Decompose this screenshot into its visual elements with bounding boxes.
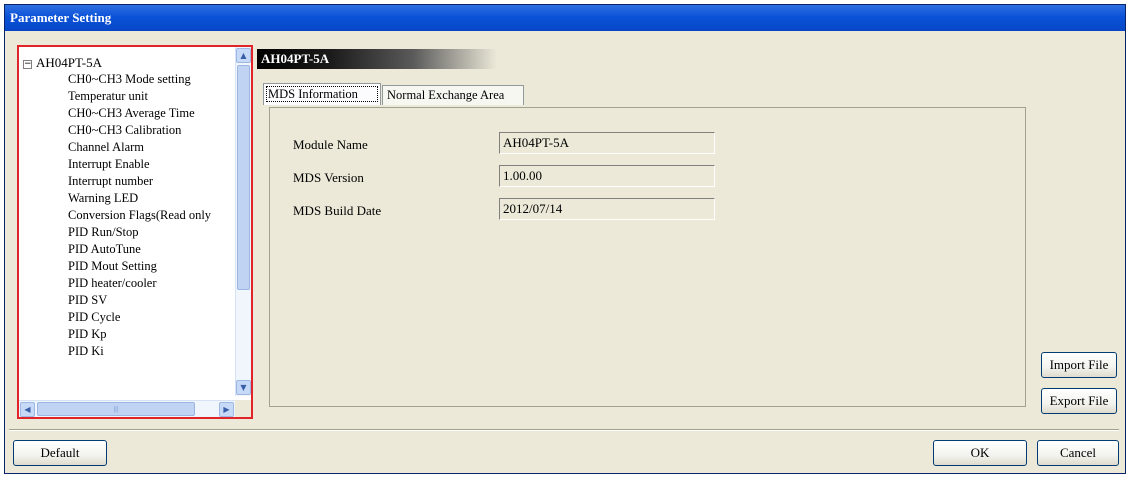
tree-item-pid-sv[interactable]: PID SV bbox=[68, 292, 107, 308]
default-button[interactable]: Default bbox=[13, 440, 107, 466]
tree-item-pid-heater-cooler[interactable]: PID heater/cooler bbox=[68, 275, 157, 291]
module-name-label: Module Name bbox=[293, 137, 368, 152]
module-tree: − AH04PT-5A CH0~CH3 Mode setting Temperat… bbox=[19, 47, 235, 396]
module-name-field: AH04PT-5A bbox=[499, 132, 715, 154]
scroll-up-icon[interactable]: ▲ bbox=[236, 48, 251, 63]
tab-normal-exchange-area[interactable]: Normal Exchange Area bbox=[382, 85, 524, 105]
mds-version-label: MDS Version bbox=[293, 170, 364, 185]
scroll-right-icon[interactable]: ▶ bbox=[219, 402, 234, 417]
module-header: AH04PT-5A bbox=[257, 49, 497, 69]
tree-root-node[interactable]: − AH04PT-5A bbox=[23, 55, 102, 71]
mds-build-date-field: 2012/07/14 bbox=[499, 198, 715, 220]
collapse-icon[interactable]: − bbox=[23, 59, 32, 69]
module-tree-panel: − AH04PT-5A CH0~CH3 Mode setting Temperat… bbox=[17, 45, 253, 419]
tree-item-pid-ki[interactable]: PID Ki bbox=[68, 343, 104, 359]
tree-item-conversion-flags[interactable]: Conversion Flags(Read only bbox=[68, 207, 211, 223]
tree-item-pid-kp[interactable]: PID Kp bbox=[68, 326, 107, 342]
tree-item-pid-run-stop[interactable]: PID Run/Stop bbox=[68, 224, 139, 240]
tree-item-pid-cycle[interactable]: PID Cycle bbox=[68, 309, 120, 325]
tab-mds-information[interactable]: MDS Information bbox=[263, 83, 381, 105]
tree-item-pid-autotune[interactable]: PID AutoTune bbox=[68, 241, 141, 257]
tree-item-channel-alarm[interactable]: Channel Alarm bbox=[68, 139, 144, 155]
vertical-scroll-thumb[interactable] bbox=[237, 65, 250, 290]
bottom-separator bbox=[9, 429, 1119, 431]
ok-button[interactable]: OK bbox=[933, 440, 1027, 466]
scroll-down-icon[interactable]: ▼ bbox=[236, 380, 251, 395]
scrollbar-corner bbox=[235, 400, 251, 417]
tree-item-interrupt-number[interactable]: Interrupt number bbox=[68, 173, 153, 189]
mds-build-date-label: MDS Build Date bbox=[293, 203, 382, 218]
cancel-button[interactable]: Cancel bbox=[1037, 440, 1119, 466]
scroll-left-icon[interactable]: ◀ bbox=[20, 402, 35, 417]
window-title: Parameter Setting bbox=[5, 5, 1125, 31]
tree-item-mode-setting[interactable]: CH0~CH3 Mode setting bbox=[68, 71, 191, 87]
mds-version-field: 1.00.00 bbox=[499, 165, 715, 187]
tree-item-interrupt-enable[interactable]: Interrupt Enable bbox=[68, 156, 150, 172]
tree-item-average-time[interactable]: CH0~CH3 Average Time bbox=[68, 105, 195, 121]
tree-vertical-scrollbar[interactable]: ▲ ▼ bbox=[235, 47, 251, 396]
tree-item-pid-mout-setting[interactable]: PID Mout Setting bbox=[68, 258, 157, 274]
tree-item-temperature-unit[interactable]: Temperatur unit bbox=[68, 88, 148, 104]
parameter-setting-window: Parameter Setting − AH04PT-5A CH0~CH3 Mod… bbox=[4, 4, 1126, 474]
tree-item-warning-led[interactable]: Warning LED bbox=[68, 190, 138, 206]
tree-root-label[interactable]: AH04PT-5A bbox=[36, 55, 102, 70]
tree-horizontal-scrollbar[interactable]: ◀ ||| ▶ bbox=[19, 400, 235, 417]
export-file-button[interactable]: Export File bbox=[1041, 388, 1117, 414]
horizontal-scroll-thumb[interactable]: ||| bbox=[37, 402, 195, 416]
import-file-button[interactable]: Import File bbox=[1041, 352, 1117, 378]
tree-item-calibration[interactable]: CH0~CH3 Calibration bbox=[68, 122, 181, 138]
